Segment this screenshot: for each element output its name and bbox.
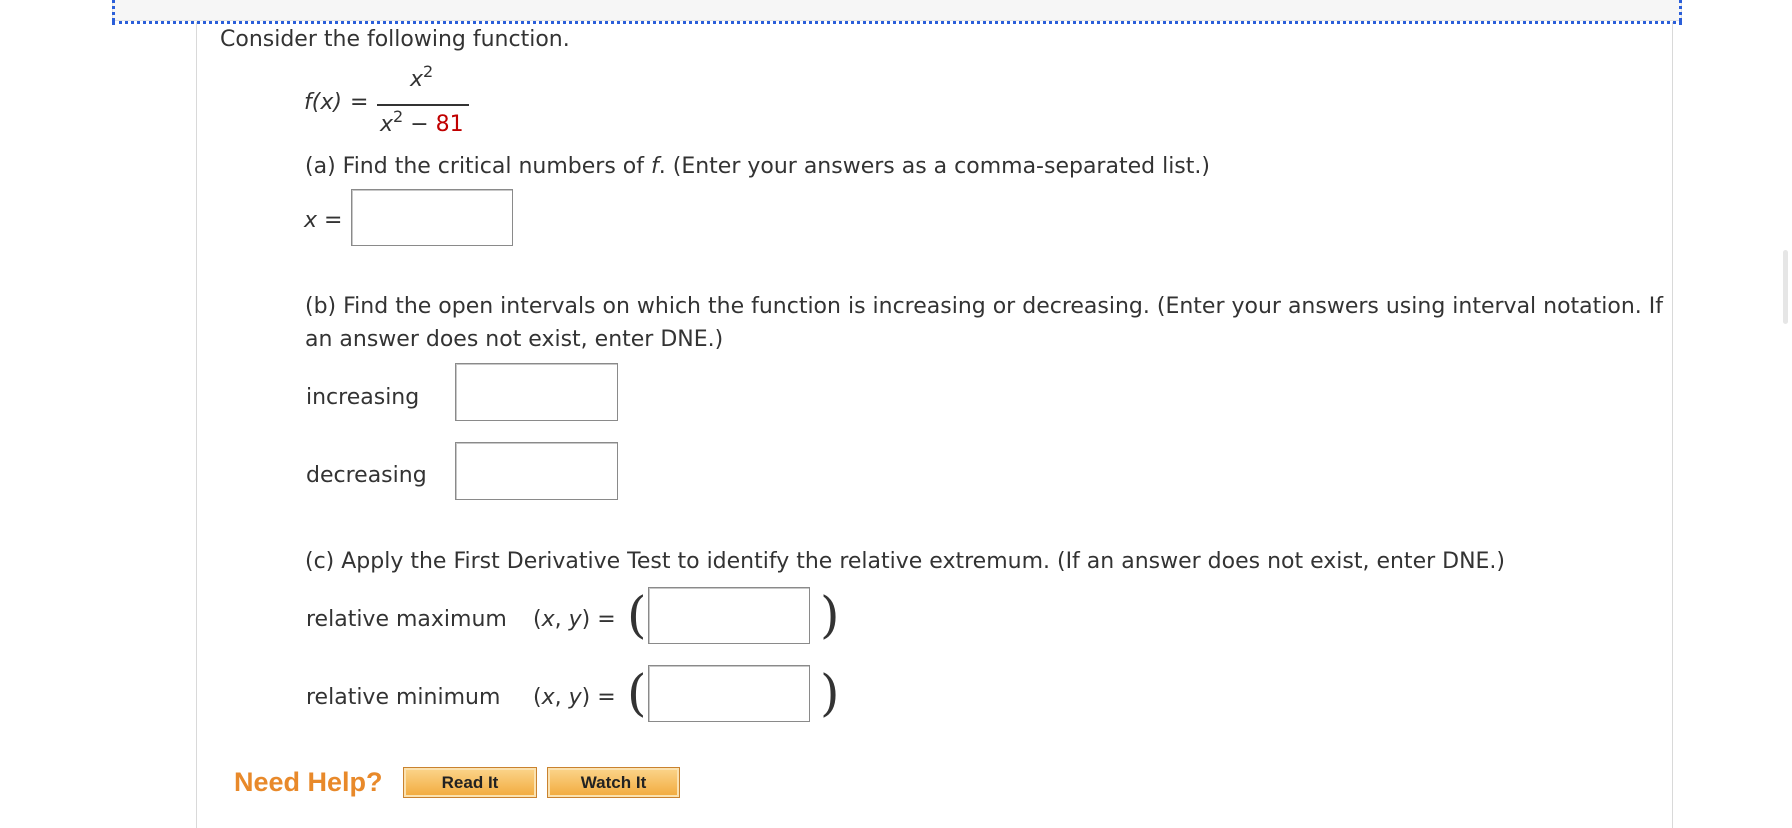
xy-comma: , bbox=[554, 685, 569, 710]
part-a-suffix: . (Enter your answers as a comma-separat… bbox=[658, 154, 1210, 179]
open-paren: ( bbox=[627, 664, 647, 722]
scrollbar-thumb[interactable] bbox=[1783, 250, 1788, 324]
part-c-prompt: (c) Apply the First Derivative Test to i… bbox=[305, 549, 1506, 574]
need-help-heading: Need Help? bbox=[234, 767, 383, 797]
function-equals: = bbox=[350, 90, 369, 115]
denominator-variable: x bbox=[380, 112, 394, 137]
equals-sign: = bbox=[317, 208, 343, 233]
relative-minimum-xy-label: (x, y) = bbox=[533, 684, 616, 712]
numerator-variable: x bbox=[410, 67, 424, 92]
part-a-prefix: (a) Find the critical numbers of bbox=[305, 154, 651, 179]
critical-numbers-input[interactable] bbox=[351, 189, 513, 246]
decreasing-input[interactable] bbox=[455, 442, 618, 500]
decreasing-label: decreasing bbox=[306, 463, 427, 488]
part-a-answer-label: x = bbox=[304, 207, 342, 235]
part-b-prompt-line1: (b) Find the open intervals on which the… bbox=[305, 294, 1664, 319]
x-variable: x bbox=[304, 208, 318, 233]
denominator-constant: 81 bbox=[435, 112, 464, 137]
xy-close: ) bbox=[581, 685, 591, 710]
function-numerator: x2 bbox=[410, 62, 433, 95]
open-paren: ( bbox=[627, 586, 647, 644]
xy-close: ) bbox=[581, 607, 591, 632]
denominator-operator: − bbox=[403, 112, 436, 137]
xy-y: y bbox=[568, 607, 582, 632]
watch-it-button[interactable]: Watch It bbox=[547, 767, 680, 798]
close-paren: ) bbox=[820, 586, 840, 644]
part-a-f: f bbox=[651, 154, 659, 179]
relative-maximum-xy-label: (x, y) = bbox=[533, 606, 616, 634]
xy-equals: = bbox=[590, 685, 616, 710]
xy-open: ( bbox=[533, 607, 542, 632]
relative-maximum-label: relative maximum bbox=[306, 607, 507, 632]
relative-minimum-label: relative minimum bbox=[306, 685, 501, 710]
close-paren: ) bbox=[820, 664, 840, 722]
part-b-prompt-line2: an answer does not exist, enter DNE.) bbox=[305, 327, 724, 352]
function-lhs: f(x) bbox=[304, 89, 342, 117]
function-denominator: x2 − 81 bbox=[380, 107, 464, 140]
fraction-bar bbox=[377, 104, 469, 106]
increasing-input[interactable] bbox=[455, 363, 618, 421]
xy-equals: = bbox=[590, 607, 616, 632]
xy-open: ( bbox=[533, 685, 542, 710]
function-name: f(x) bbox=[304, 90, 342, 115]
denominator-exponent: 2 bbox=[393, 107, 404, 126]
xy-x: x bbox=[541, 607, 555, 632]
xy-comma: , bbox=[554, 607, 569, 632]
xy-y: y bbox=[568, 685, 582, 710]
relative-minimum-input[interactable] bbox=[648, 665, 810, 722]
part-a-prompt: (a) Find the critical numbers of f. (Ent… bbox=[305, 153, 1210, 181]
question-intro: Consider the following function. bbox=[220, 27, 570, 52]
relative-maximum-input[interactable] bbox=[648, 587, 810, 644]
xy-x: x bbox=[541, 685, 555, 710]
increasing-label: increasing bbox=[306, 385, 420, 410]
read-it-button[interactable]: Read It bbox=[403, 767, 537, 798]
numerator-exponent: 2 bbox=[423, 62, 434, 81]
